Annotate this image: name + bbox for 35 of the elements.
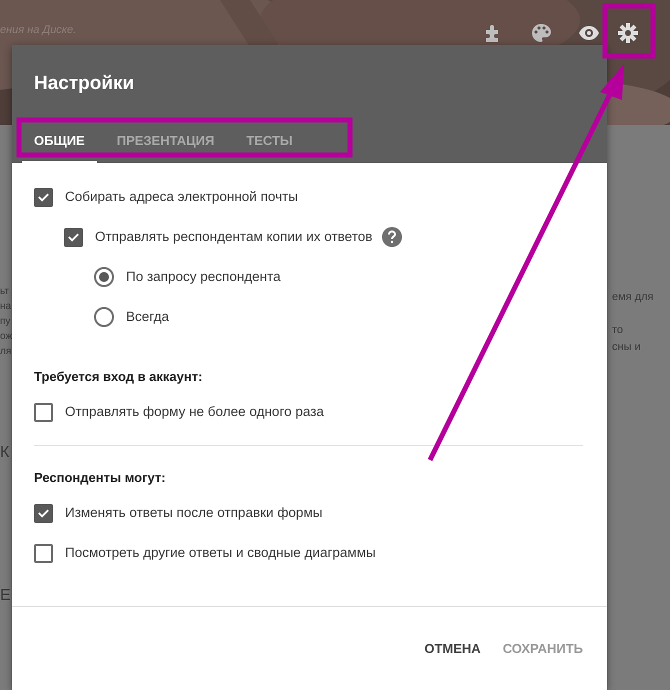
option-label: Отправлять форму не более одного раза (65, 403, 324, 422)
checkbox[interactable] (64, 228, 83, 246)
palette-icon[interactable] (530, 22, 552, 44)
option-label: Собирать адреса электронной почты (65, 188, 298, 206)
checkbox[interactable] (34, 188, 53, 206)
highlight-frame (602, 4, 656, 58)
option-label: Посмотреть другие ответы и сводные диаграммы (65, 544, 376, 562)
help-icon[interactable] (382, 227, 402, 247)
tab[interactable]: ТЕСТЫ (234, 122, 305, 163)
text-fragment: К (0, 445, 10, 461)
text-fragment: сны и (612, 342, 641, 353)
text-fragment: то (612, 325, 624, 336)
radio-button[interactable] (94, 267, 114, 287)
text-fragment: ьт (0, 287, 10, 297)
text-fragment: емя для (612, 292, 654, 303)
tab[interactable]: ОБЩИЕ (22, 122, 97, 163)
option-label: Отправлять респондентам копии их ответов (95, 228, 372, 246)
option-label: Всегда (126, 308, 169, 326)
text-fragment: на (0, 302, 12, 312)
dialog-title: Настройки (33, 72, 136, 96)
cancel-button[interactable]: ОТМЕНА (414, 630, 491, 666)
tab[interactable]: ПРЕЗЕНТАЦИЯ (104, 122, 226, 163)
checkbox[interactable] (34, 504, 53, 522)
radio-button[interactable] (94, 307, 114, 327)
section-heading: Респонденты могут: (34, 468, 167, 487)
option-label: Изменять ответы после отправки формы (65, 504, 322, 522)
text-fragment: ля (0, 347, 12, 357)
checkbox[interactable] (34, 403, 53, 422)
option-label: По запросу респондента (126, 268, 281, 286)
checkbox[interactable] (34, 544, 53, 562)
text-fragment: ож (0, 332, 12, 342)
text-fragment: Е (0, 588, 11, 604)
settings-icon[interactable] (617, 22, 639, 44)
text-fragment: пу (0, 317, 10, 327)
section-heading: Требуется вход в аккаунт: (34, 368, 204, 386)
